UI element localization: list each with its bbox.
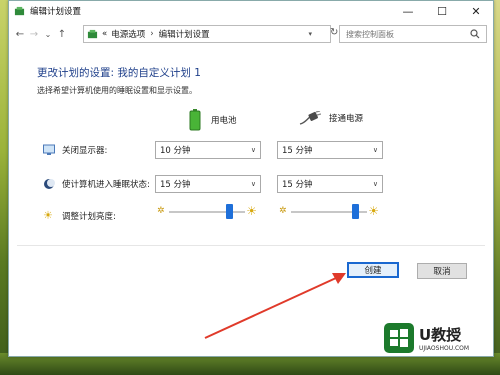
annotation-arrow bbox=[204, 273, 346, 339]
